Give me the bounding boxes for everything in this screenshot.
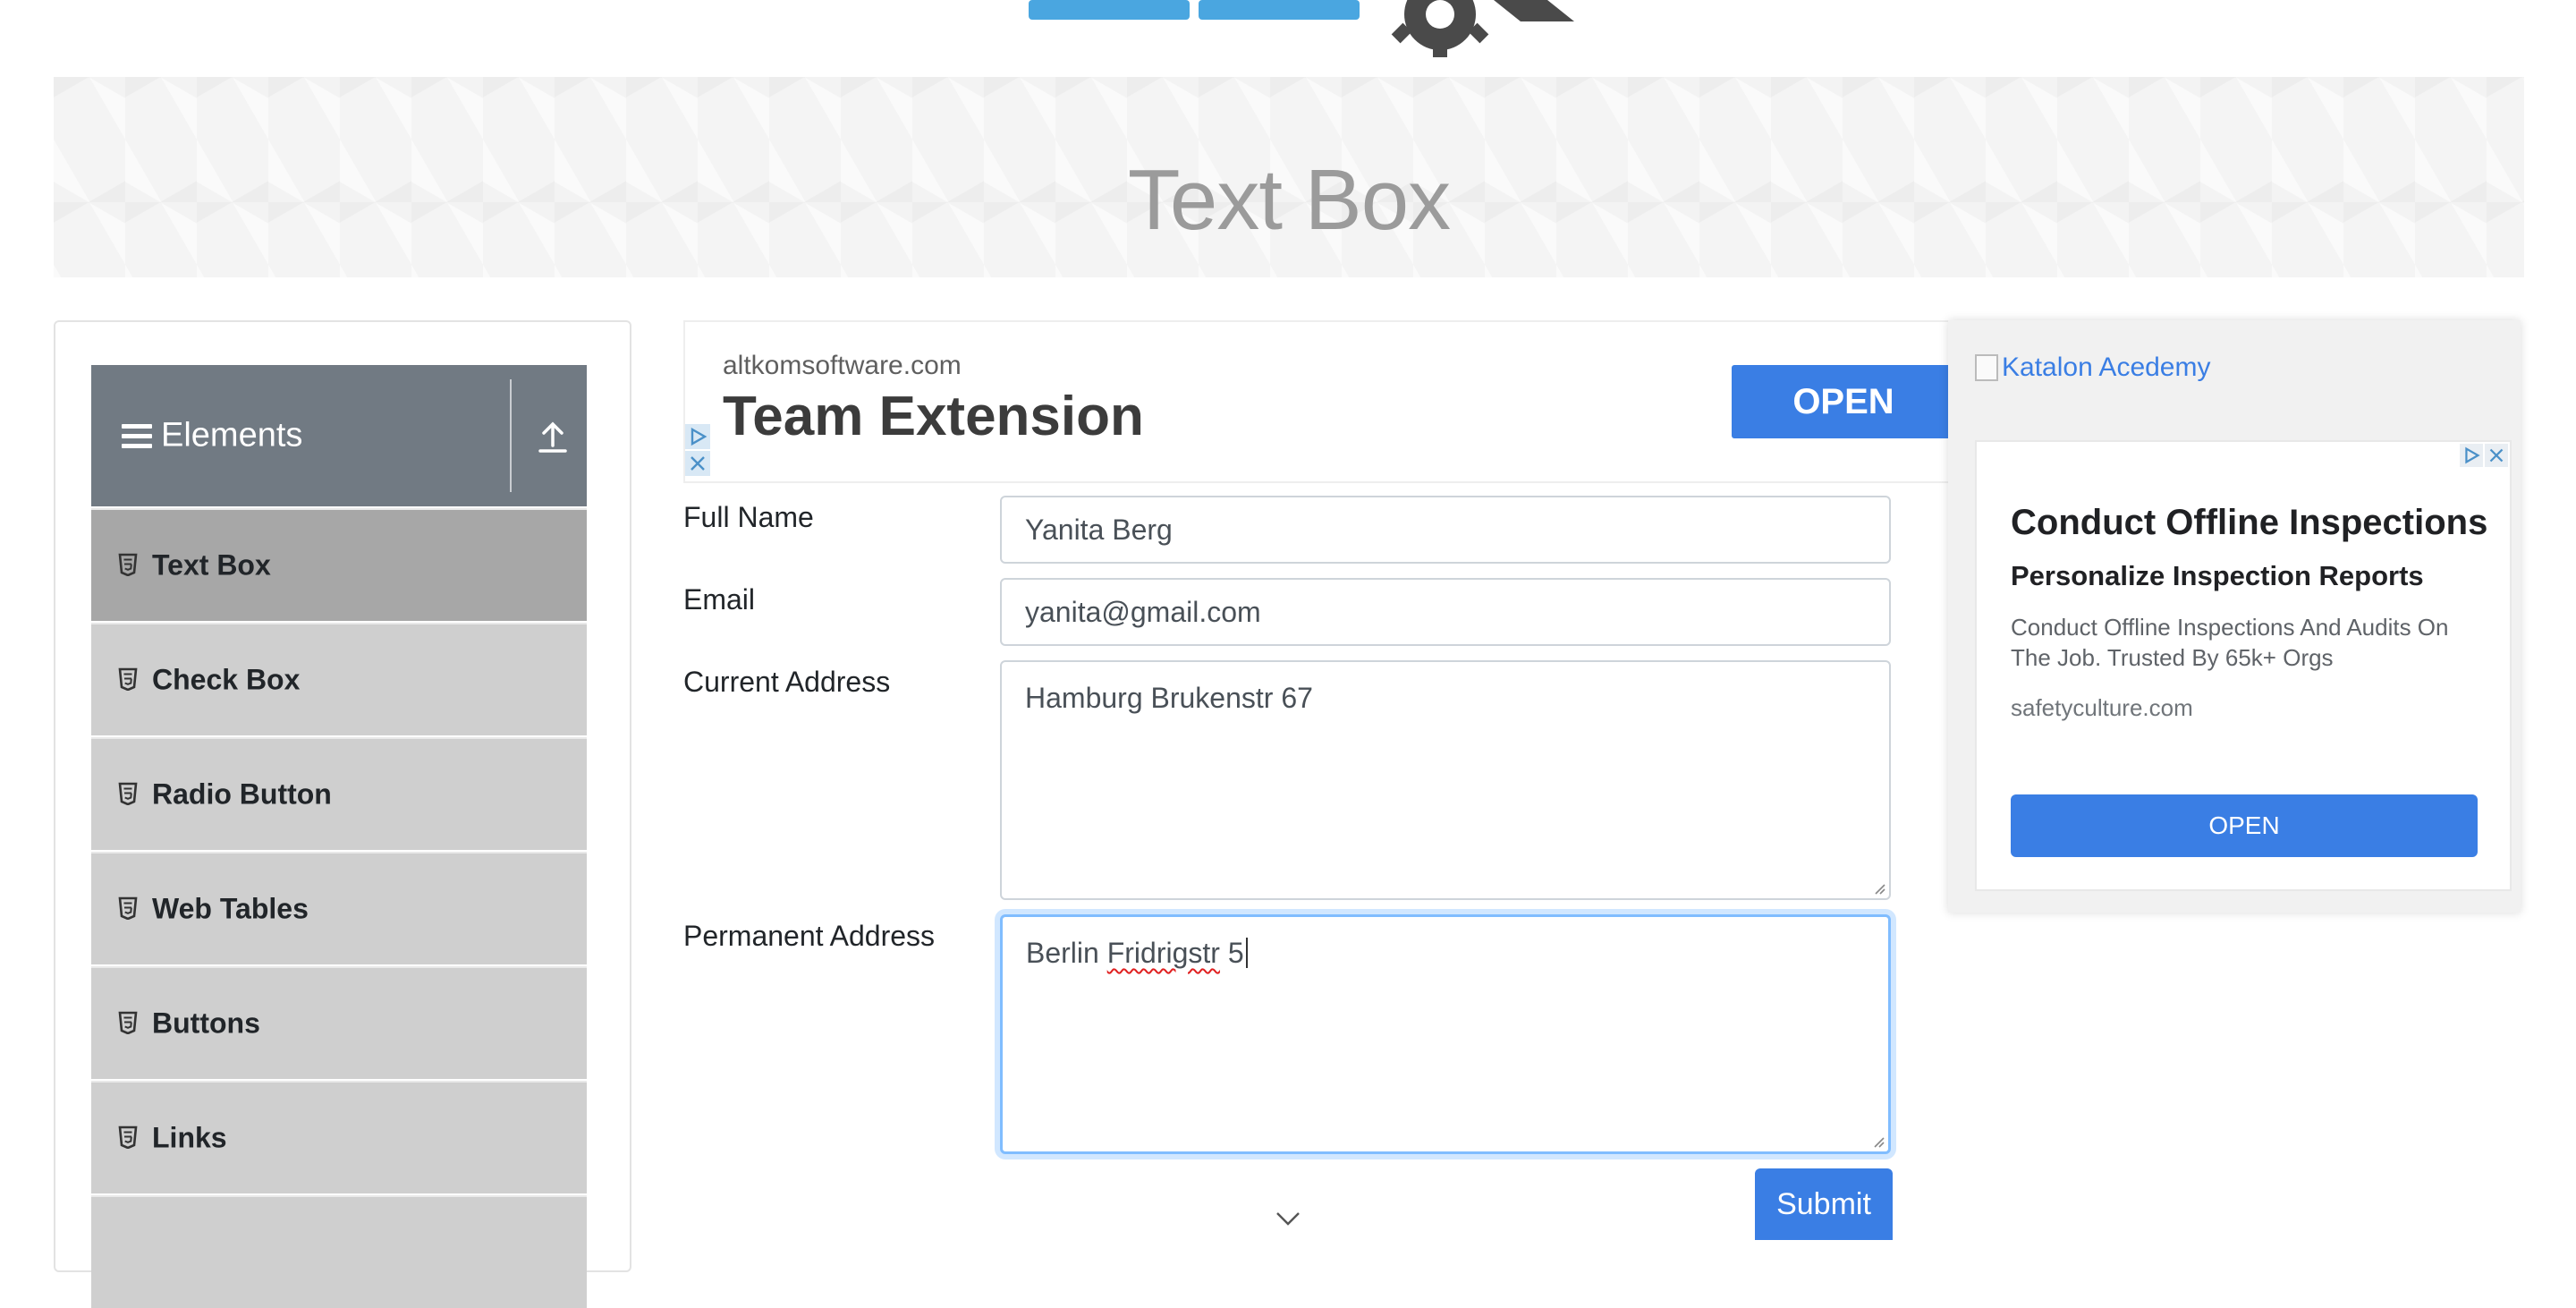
sidebar-item-label: Radio Button: [152, 777, 332, 811]
html5-icon: [118, 553, 138, 576]
adchoices-icon[interactable]: [2460, 444, 2483, 467]
ad-description: Conduct Offline Inspections And Audits O…: [2011, 614, 2449, 671]
sidebar-item-buttons[interactable]: Buttons: [91, 966, 587, 1079]
email-label: Email: [683, 583, 756, 616]
full-name-value: Yanita Berg: [1025, 514, 1173, 546]
full-name-label: Full Name: [683, 501, 814, 533]
ad-card[interactable]: Conduct Offline Inspections Personalize …: [1975, 440, 2512, 891]
html5-icon: [118, 667, 138, 691]
email-input[interactable]: yanita@gmail.com: [1000, 578, 1891, 646]
resize-handle-icon[interactable]: [1871, 880, 1885, 895]
collapse-arrow-icon[interactable]: [537, 419, 569, 454]
ad-subheadline: Personalize Inspection Reports: [2011, 560, 2424, 591]
sidebar-item-links[interactable]: Links: [91, 1081, 587, 1193]
email-value: yanita@gmail.com: [1025, 596, 1261, 628]
toolsqa-logo[interactable]: [1020, 0, 1592, 61]
sidebar-item-text-box[interactable]: Text Box: [91, 508, 587, 621]
sidebar-item-check-box[interactable]: Check Box: [91, 623, 587, 735]
sidebar-item-label: Web Tables: [152, 892, 309, 925]
misspelled-word: Fridrigstr: [1106, 937, 1220, 969]
broken-image-icon: [1975, 354, 1998, 381]
permanent-address-value-start: Berlin: [1026, 937, 1107, 969]
ad-close-icon[interactable]: [2485, 444, 2508, 467]
sidebar-group-title: Elements: [161, 416, 303, 454]
submit-button[interactable]: Submit: [1755, 1168, 1893, 1240]
sidebar-item-label: Links: [152, 1121, 227, 1154]
sidebar-item-label: Text Box: [152, 548, 271, 582]
sidebar-item-label: Buttons: [152, 1006, 260, 1040]
permanent-address-value-end: 5: [1219, 937, 1244, 969]
sidebar-item-next[interactable]: [91, 1195, 587, 1308]
page-banner: Text Box: [54, 77, 2524, 277]
top-advertisement[interactable]: altkomsoftware.com Team Extension OPEN: [683, 320, 1955, 483]
sidebar-item-radio-button[interactable]: Radio Button: [91, 737, 587, 850]
sidebar-item-label: Check Box: [152, 663, 301, 696]
ad-source: safetyculture.com: [2011, 694, 2193, 721]
chevron-down-icon[interactable]: [1275, 1211, 1301, 1226]
permanent-address-label: Permanent Address: [683, 920, 936, 952]
katalon-alt-text: Katalon Acedemy: [2002, 352, 2211, 382]
hamburger-icon: [122, 424, 152, 449]
current-address-value: Hamburg Brukenstr 67: [1025, 682, 1313, 714]
adchoices-icon[interactable]: [685, 424, 710, 449]
right-advertisement[interactable]: Katalon Acedemy Conduct Offline Inspecti…: [1948, 320, 2521, 913]
current-address-label: Current Address: [683, 666, 891, 698]
ad-close-icon[interactable]: [685, 451, 710, 476]
sidebar-item-web-tables[interactable]: Web Tables: [91, 852, 587, 964]
full-name-input[interactable]: Yanita Berg: [1000, 496, 1891, 564]
html5-icon: [118, 1125, 138, 1149]
ad-open-button[interactable]: OPEN: [2011, 794, 2478, 857]
html5-icon: [118, 782, 138, 805]
text-cursor: [1245, 938, 1248, 968]
ad-domain: altkomsoftware.com: [723, 351, 962, 380]
html5-icon: [118, 896, 138, 920]
header-divider: [510, 379, 512, 492]
html5-icon: [118, 1011, 138, 1034]
resize-handle-icon[interactable]: [1870, 1134, 1885, 1148]
current-address-textarea[interactable]: Hamburg Brukenstr 67: [1000, 660, 1891, 900]
page-title: Text Box: [1127, 152, 1451, 248]
ad-open-button[interactable]: OPEN: [1732, 365, 1955, 438]
permanent-address-textarea[interactable]: Berlin Fridrigstr 5: [1000, 914, 1891, 1154]
katalon-ad-image[interactable]: Katalon Acedemy: [1975, 352, 2210, 383]
ad-headline[interactable]: Conduct Offline Inspections: [2011, 503, 2487, 543]
ad-headline[interactable]: Team Extension: [723, 385, 1144, 448]
sidebar-group-elements[interactable]: Elements: [91, 365, 587, 506]
